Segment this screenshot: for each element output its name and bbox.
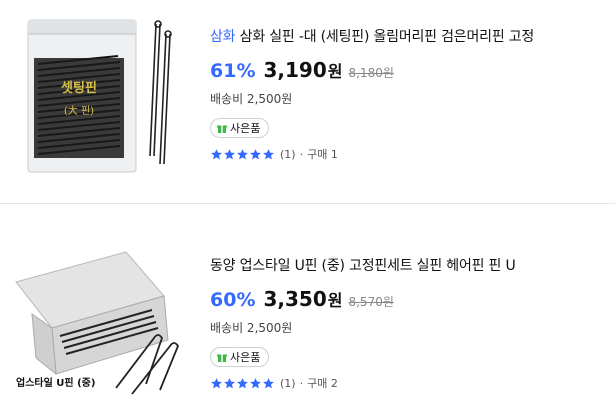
product-image[interactable]: 업스타일 U핀 (중) [8, 218, 198, 408]
product-title[interactable]: 삼화 삼화 실핀 -대 (세팅핀) 올림머리핀 검은머리핀 고정 [210, 26, 607, 48]
purchase-count: 구매 1 [307, 148, 338, 161]
original-price: 8,570원 [348, 295, 394, 309]
gift-badge: 사은품 [210, 118, 270, 138]
case-label: 업스타일 U핀 (중) [16, 376, 95, 389]
brand-name[interactable]: 삼화 [210, 29, 236, 45]
star-icon [224, 377, 235, 388]
u-pin-case-image: 업스타일 U핀 (중) [8, 218, 198, 408]
star-icon [211, 377, 222, 388]
star-icon [237, 148, 248, 159]
sale-price: 3,190 [263, 58, 327, 82]
gift-icon [217, 123, 227, 133]
product-image[interactable]: 셋팅핀 (大 핀) [8, 6, 198, 196]
star-icon [263, 377, 274, 388]
purchase-count: 구매 2 [307, 377, 338, 390]
star-icon [263, 148, 274, 159]
product-info: 동양 업스타일 U핀 (중) 고정핀세트 실핀 헤어핀 핀 U 60% 3,35… [210, 255, 607, 391]
price-row: 60% 3,350 원 8,570원 [210, 287, 607, 315]
separator: · [299, 376, 304, 390]
review-count[interactable]: (1) [280, 377, 296, 390]
sale-price: 3,350 [263, 287, 327, 311]
rating-row: (1) · 구매 2 [210, 375, 607, 391]
discount-rate: 60% [210, 289, 256, 311]
gift-badge: 사은품 [210, 347, 270, 367]
gift-label: 사은품 [230, 351, 261, 364]
gift-icon [217, 352, 227, 362]
star-icon [250, 377, 261, 388]
shipping-fee: 배송비 2,500원 [210, 92, 293, 106]
shipping-fee: 배송비 2,500원 [210, 321, 293, 335]
product-title[interactable]: 동양 업스타일 U핀 (중) 고정핀세트 실핀 헤어핀 핀 U [210, 255, 607, 277]
pack-sublabel: (大 핀) [64, 104, 94, 117]
product-card[interactable]: 셋팅핀 (大 핀) 삼화 삼화 실핀 -대 (세팅핀) 올림머리핀 검은머리핀 … [0, 0, 615, 203]
original-price: 8,180원 [348, 66, 394, 80]
star-icon [211, 148, 222, 159]
product-title-text[interactable]: 동양 업스타일 U핀 (중) 고정핀세트 실핀 헤어핀 핀 U [210, 258, 516, 274]
currency-unit: 원 [327, 62, 343, 81]
separator: · [299, 147, 304, 161]
gift-label: 사은품 [230, 122, 261, 135]
product-info: 삼화 삼화 실핀 -대 (세팅핀) 올림머리핀 검은머리핀 고정 61% 3,1… [210, 26, 607, 162]
star-icon [224, 148, 235, 159]
star-rating [210, 377, 275, 390]
bobby-pin-pack-image: 셋팅핀 (大 핀) [8, 6, 198, 196]
product-title-text[interactable]: 삼화 실핀 -대 (세팅핀) 올림머리핀 검은머리핀 고정 [240, 29, 535, 45]
discount-rate: 61% [210, 60, 256, 82]
rating-row: (1) · 구매 1 [210, 146, 607, 162]
currency-unit: 원 [327, 291, 343, 310]
star-icon [250, 148, 261, 159]
review-count[interactable]: (1) [280, 148, 296, 161]
star-icon [237, 377, 248, 388]
star-rating [210, 148, 275, 161]
pack-label: 셋팅핀 [61, 80, 97, 96]
price-row: 61% 3,190 원 8,180원 [210, 58, 607, 86]
product-card[interactable]: 업스타일 U핀 (중) 동양 업스타일 U핀 (중) 고정핀세트 실핀 헤어핀 … [0, 204, 615, 417]
